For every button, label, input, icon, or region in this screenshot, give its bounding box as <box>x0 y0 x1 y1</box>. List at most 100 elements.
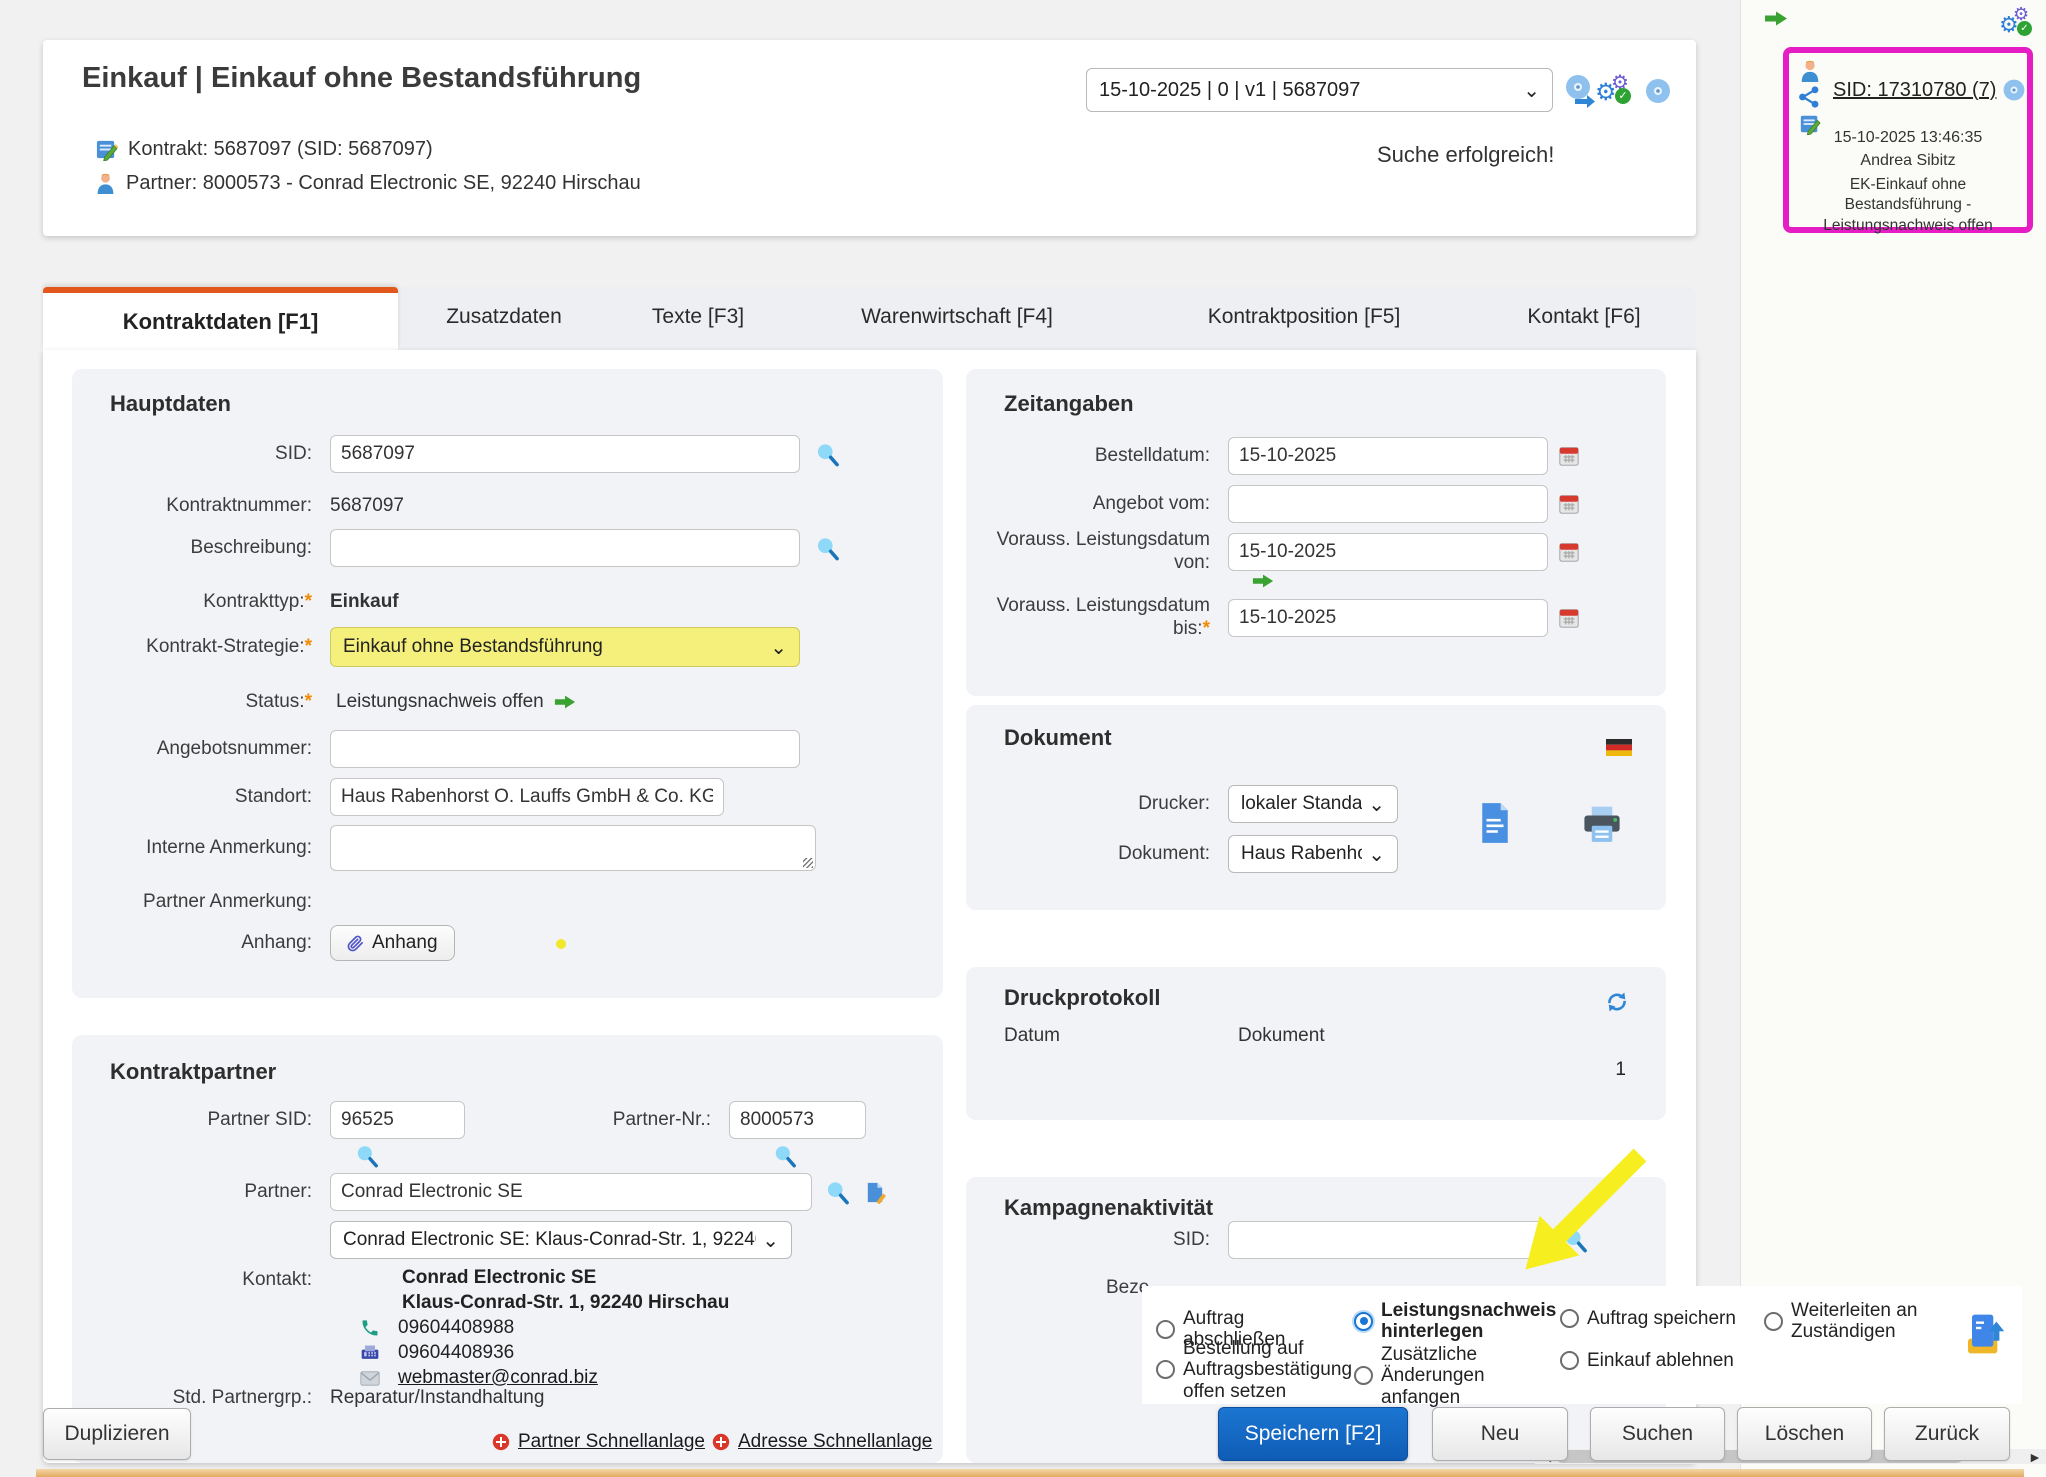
version-select[interactable]: 15-10-2025 | 0 | v1 | 5687097 ⌄ <box>1086 68 1553 112</box>
druckprotokoll-col-dokument[interactable]: Dokument <box>1238 1025 1325 1047</box>
right-sidebar: ⚙ ⚙ ✓ SID: 17310780 (7) 15-10-2025 13:46… <box>1740 0 2046 1477</box>
radio-bestellung-offen-setzen[interactable]: Bestellung auf Auftragsbestätigung offen… <box>1156 1338 1352 1402</box>
loeschen-button[interactable]: Löschen <box>1737 1407 1872 1461</box>
kontakt-label: Kontakt: <box>72 1269 330 1292</box>
process-gears-icon[interactable]: ⚙ ⚙ ✓ <box>1595 70 1637 110</box>
anhang-button[interactable]: Anhang <box>330 925 455 961</box>
disc-icon[interactable] <box>2001 77 2027 103</box>
partner-sid-input[interactable] <box>330 1101 465 1139</box>
drucker-select-value: lokaler Standar <box>1241 793 1362 815</box>
radio-leistungsnachweis-hinterlegen[interactable]: Leistungsnachweis hinterlegen <box>1354 1300 1554 1343</box>
scroll-right-arrow[interactable]: ► <box>2028 1449 2042 1465</box>
zeitangaben-title: Zeitangaben <box>1004 391 1134 417</box>
search-icon[interactable] <box>814 535 841 562</box>
page-title: Einkauf | Einkauf ohne Bestandsführung <box>82 62 641 95</box>
search-icon[interactable] <box>354 1143 380 1169</box>
standort-input[interactable] <box>330 778 724 816</box>
speichern-button[interactable]: Speichern [F2] <box>1218 1407 1408 1461</box>
radio-zusaetzliche-aenderungen[interactable]: Zusätzliche Änderungen anfangen <box>1354 1344 1560 1408</box>
tab-kontakt[interactable]: Kontakt [F6] <box>1527 305 1640 329</box>
angebotsnummer-label: Angebotsnummer: <box>72 738 330 761</box>
refresh-icon[interactable] <box>1604 989 1630 1015</box>
druckprotokoll-panel: Druckprotokoll Datum Dokument 1 <box>966 967 1666 1120</box>
leistung-von-label: Vorauss. Leistungsdatum von: <box>966 529 1228 575</box>
partner-address-select[interactable]: Conrad Electronic SE: Klaus-Conrad-Str. … <box>330 1221 792 1259</box>
calendar-icon[interactable] <box>1558 541 1580 563</box>
green-arrow-icon[interactable] <box>554 694 576 710</box>
strategie-label: Kontrakt-Strategie:* <box>72 636 330 659</box>
history-sid-link[interactable]: SID: 17310780 (7) <box>1833 79 1996 102</box>
sid-input[interactable] <box>330 435 800 473</box>
adresse-schnellanlage-link[interactable]: Adresse Schnellanlage <box>712 1431 932 1453</box>
application-window: Einkauf | Einkauf ohne Bestandsführung K… <box>0 0 2046 1477</box>
angebotsnummer-input[interactable] <box>330 730 800 768</box>
partner-nr-label: Partner-Nr.: <box>549 1109 729 1132</box>
kontakt-name: Conrad Electronic SE <box>402 1267 596 1289</box>
bestelldatum-input[interactable] <box>1228 437 1548 475</box>
anhang-button-label: Anhang <box>372 932 438 954</box>
kontakt-phone: 09604408988 <box>398 1317 514 1339</box>
partnergrp-label: Std. Partnergrp.: <box>72 1387 330 1410</box>
radio-weiterleiten[interactable]: Weiterleiten an Zuständigen <box>1764 1300 1964 1343</box>
process-gears-icon[interactable]: ⚙ ⚙ ✓ <box>1999 4 2039 42</box>
tab-zusatzdaten[interactable]: Zusatzdaten <box>446 305 562 329</box>
leistung-bis-input[interactable] <box>1228 599 1548 637</box>
zurueck-button[interactable]: Zurück <box>1884 1407 2010 1461</box>
partner-address-value: Conrad Electronic SE: Klaus-Conrad-Str. … <box>343 1229 756 1251</box>
calendar-icon[interactable] <box>1558 493 1580 515</box>
export-icon[interactable] <box>1964 1312 2004 1356</box>
add-circle-icon <box>492 1433 510 1451</box>
kampagne-title: Kampagnenaktivität <box>1004 1195 1213 1221</box>
drucker-label: Drucker: <box>966 793 1228 816</box>
print-preview-icon[interactable] <box>1478 801 1512 845</box>
kontakt-email-link[interactable]: webmaster@conrad.biz <box>398 1367 598 1389</box>
radio-einkauf-ablehnen[interactable]: Einkauf ablehnen <box>1560 1350 1756 1371</box>
partner-schnellanlage-link[interactable]: Partner Schnellanlage <box>492 1431 705 1453</box>
german-flag-icon[interactable] <box>1606 739 1632 756</box>
tab-kontraktdaten-label: Kontraktdaten [F1] <box>123 309 319 335</box>
dokument-title: Dokument <box>1004 725 1112 751</box>
calendar-icon[interactable] <box>1558 445 1580 467</box>
interne-anmerkung-textarea[interactable] <box>330 825 816 871</box>
radio-auftrag-speichern[interactable]: Auftrag speichern <box>1560 1308 1756 1329</box>
green-arrow-icon[interactable] <box>1252 573 1274 589</box>
radio-icon <box>1156 1360 1175 1379</box>
search-icon[interactable] <box>814 441 841 468</box>
leistung-von-input[interactable] <box>1228 533 1548 571</box>
drucker-select[interactable]: lokaler Standar ⌄ <box>1228 785 1398 823</box>
search-icon[interactable] <box>772 1143 798 1169</box>
disc-history-icon[interactable] <box>1561 72 1597 108</box>
standort-label: Standort: <box>72 786 330 809</box>
tab-warenwirtschaft[interactable]: Warenwirtschaft [F4] <box>861 305 1053 329</box>
search-icon[interactable] <box>1562 1227 1589 1254</box>
duplizieren-button[interactable]: Duplizieren <box>43 1408 191 1460</box>
partner-nr-input[interactable] <box>729 1101 866 1139</box>
tab-texte[interactable]: Texte [F3] <box>652 305 744 329</box>
history-description: EK-Einkauf ohne Bestandsführung - Leistu… <box>1789 175 2027 236</box>
green-arrow-icon[interactable] <box>1764 10 1788 27</box>
strategie-select[interactable]: Einkauf ohne Bestandsführung ⌄ <box>330 627 800 667</box>
suchen-button[interactable]: Suchen <box>1590 1407 1725 1461</box>
partner-sid-label: Partner SID: <box>72 1109 330 1132</box>
druckprotokoll-page[interactable]: 1 <box>1615 1059 1626 1081</box>
beschreibung-input[interactable] <box>330 529 800 567</box>
kontraktpartner-title: Kontraktpartner <box>110 1059 276 1085</box>
strategie-select-value: Einkauf ohne Bestandsführung <box>343 636 764 658</box>
neu-button[interactable]: Neu <box>1432 1407 1568 1461</box>
partner-input[interactable] <box>330 1173 812 1211</box>
tab-kontraktposition[interactable]: Kontraktposition [F5] <box>1208 305 1401 329</box>
chevron-down-icon: ⌄ <box>1368 792 1385 817</box>
printer-icon[interactable] <box>1580 805 1624 845</box>
calendar-icon[interactable] <box>1558 607 1580 629</box>
radio-icon <box>1560 1351 1579 1370</box>
tab-kontraktdaten[interactable]: Kontraktdaten [F1] <box>43 287 398 350</box>
druckprotokoll-col-datum[interactable]: Datum <box>1004 1025 1060 1047</box>
angebot-vom-input[interactable] <box>1228 485 1548 523</box>
dokument-select[interactable]: Haus Rabenhor ⌄ <box>1228 835 1398 873</box>
kampagne-sid-input[interactable] <box>1228 1221 1548 1259</box>
partner-anmerkung-label: Partner Anmerkung: <box>72 891 330 914</box>
search-icon[interactable] <box>824 1179 851 1206</box>
disc-icon[interactable] <box>1643 76 1673 106</box>
document-edit-icon[interactable] <box>863 1181 886 1204</box>
history-user: Andrea Sibitz <box>1789 152 2027 170</box>
